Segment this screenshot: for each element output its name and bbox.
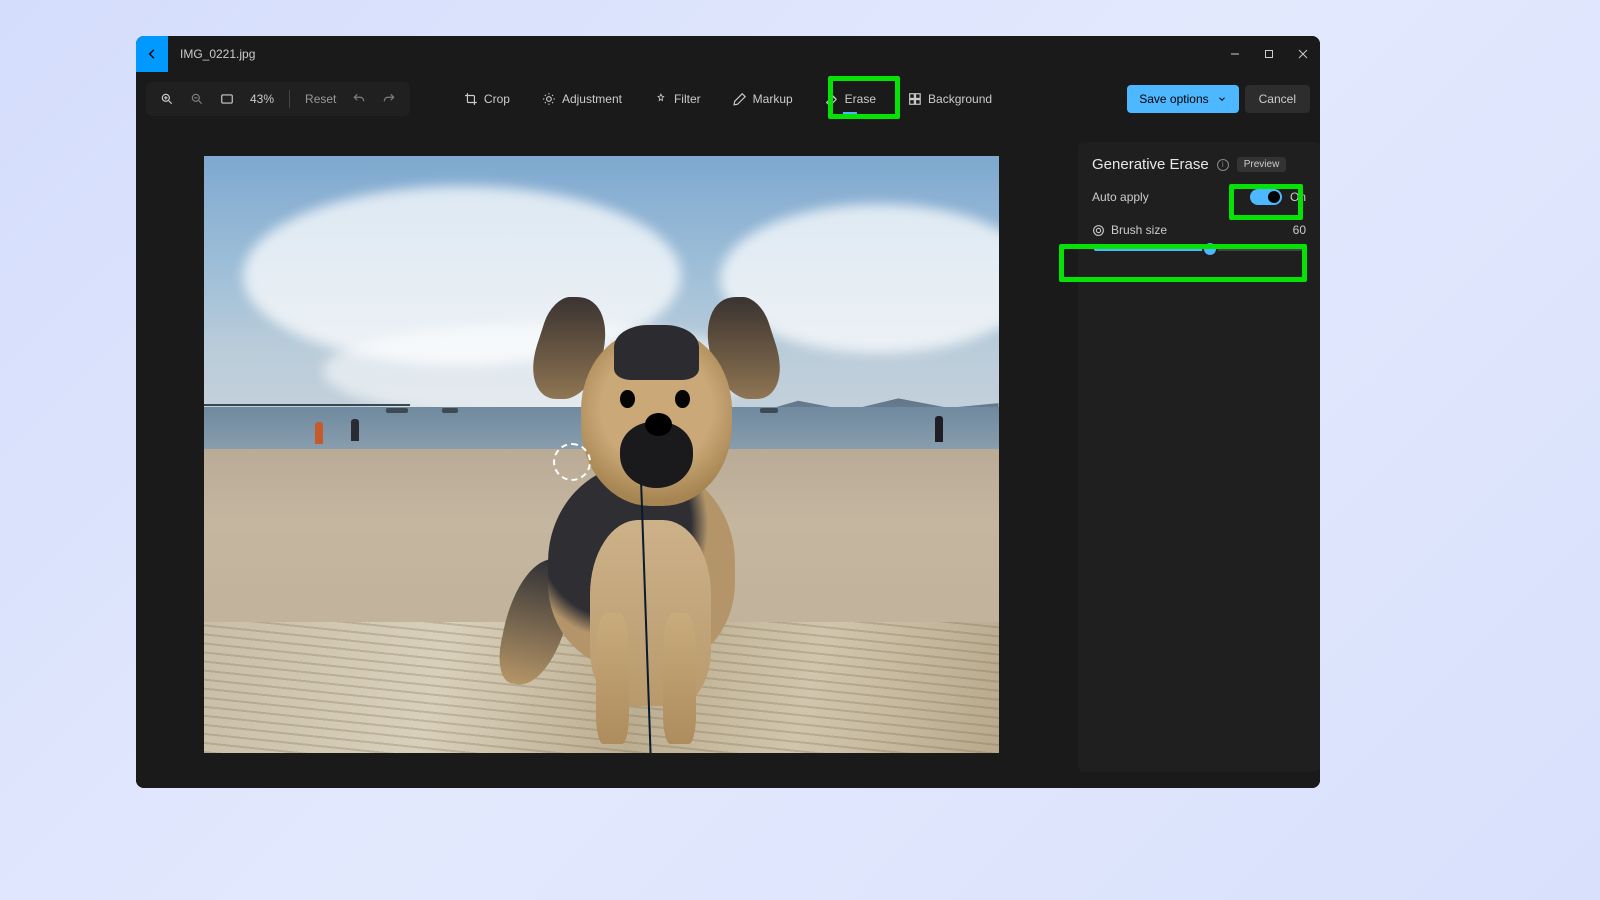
fit-screen-icon[interactable] xyxy=(214,86,240,112)
filename-label: IMG_0221.jpg xyxy=(180,47,255,61)
minimize-button[interactable] xyxy=(1218,36,1252,72)
back-button[interactable] xyxy=(136,36,168,72)
adjustment-label: Adjustment xyxy=(562,92,622,106)
auto-apply-row: Auto apply On xyxy=(1092,189,1306,205)
brush-size-row: Brush size 60 xyxy=(1092,223,1306,237)
redo-icon[interactable] xyxy=(376,86,402,112)
maximize-button[interactable] xyxy=(1252,36,1286,72)
brush-size-value: 60 xyxy=(1293,223,1306,237)
divider xyxy=(289,90,290,108)
preview-badge: Preview xyxy=(1237,157,1287,172)
undo-icon[interactable] xyxy=(346,86,372,112)
content-area: Generative Erase i Preview Auto apply On… xyxy=(136,126,1320,788)
cancel-button[interactable]: Cancel xyxy=(1245,85,1310,113)
panel-header: Generative Erase i Preview xyxy=(1092,156,1306,173)
canvas-area xyxy=(136,126,1066,788)
close-button[interactable] xyxy=(1286,36,1320,72)
zoom-percent: 43% xyxy=(244,92,280,106)
toggle-state-label: On xyxy=(1290,190,1306,204)
zoom-out-icon[interactable] xyxy=(184,86,210,112)
background-tool[interactable]: Background xyxy=(898,86,1002,112)
panel-title: Generative Erase xyxy=(1092,156,1209,173)
panel-inner: Generative Erase i Preview Auto apply On… xyxy=(1078,142,1320,772)
title-bar: IMG_0221.jpg xyxy=(136,36,1320,72)
reset-button[interactable]: Reset xyxy=(299,92,342,106)
chevron-down-icon xyxy=(1217,94,1227,104)
brush-cursor-icon xyxy=(553,443,591,481)
brush-size-label: Brush size xyxy=(1111,223,1167,237)
markup-label: Markup xyxy=(753,92,793,106)
photo-canvas[interactable] xyxy=(204,156,999,753)
window-controls xyxy=(1218,36,1320,72)
left-tool-group: 43% Reset xyxy=(146,82,410,116)
save-options-button[interactable]: Save options xyxy=(1127,85,1238,113)
filter-tool[interactable]: Filter xyxy=(644,86,711,112)
toolbar: 43% Reset Crop Adjustment Filter xyxy=(136,72,1320,126)
adjustment-tool[interactable]: Adjustment xyxy=(532,86,632,112)
background-label: Background xyxy=(928,92,992,106)
zoom-in-icon[interactable] xyxy=(154,86,180,112)
save-label: Save options xyxy=(1139,92,1208,106)
center-tool-group: Crop Adjustment Filter Markup Erase Back… xyxy=(454,86,1002,112)
crop-label: Crop xyxy=(484,92,510,106)
markup-tool[interactable]: Markup xyxy=(723,86,803,112)
brush-icon xyxy=(1092,224,1105,237)
erase-label: Erase xyxy=(845,92,876,106)
filter-label: Filter xyxy=(674,92,701,106)
right-tool-group: Save options Cancel xyxy=(1127,85,1310,113)
side-panel: Generative Erase i Preview Auto apply On… xyxy=(1066,126,1320,788)
brush-size-slider[interactable] xyxy=(1094,247,1304,251)
auto-apply-toggle[interactable] xyxy=(1250,189,1282,205)
auto-apply-label: Auto apply xyxy=(1092,190,1149,204)
app-window: IMG_0221.jpg 43% Rese xyxy=(136,36,1320,788)
crop-tool[interactable]: Crop xyxy=(454,86,520,112)
erase-tool[interactable]: Erase xyxy=(815,86,886,112)
info-icon[interactable]: i xyxy=(1217,159,1229,171)
